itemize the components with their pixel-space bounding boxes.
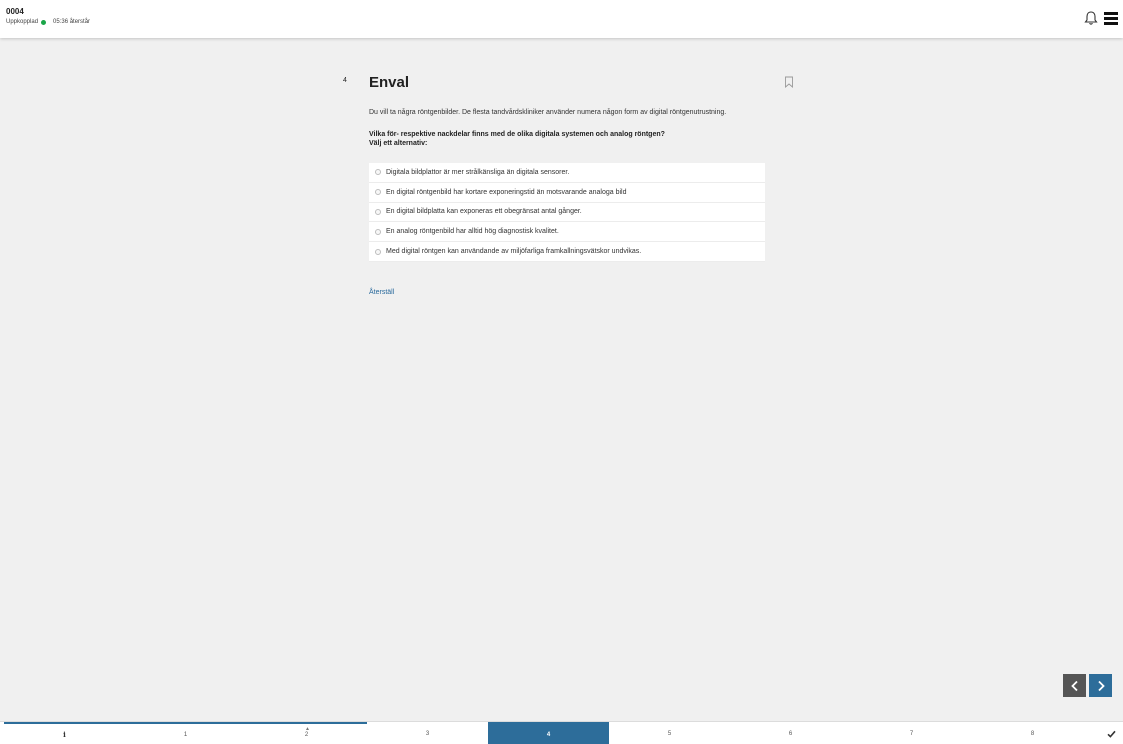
chevron-right-icon (1097, 680, 1105, 691)
question-navigation-bar: i 1 ▲ 2 3 4 5 6 7 8 (0, 721, 1123, 744)
tab-info[interactable]: i (4, 722, 125, 744)
tab-label: 5 (667, 730, 672, 737)
tab-label: 4 (546, 731, 551, 738)
checkmark-icon (1107, 730, 1116, 738)
question-type-title: Enval (369, 74, 410, 91)
answer-options: Digitala bildplattor är mer strålkänslig… (369, 163, 765, 262)
radio-icon[interactable] (375, 228, 381, 235)
flag-icon: ▲ (305, 726, 310, 732)
radio-icon[interactable] (375, 208, 381, 215)
finish-button[interactable] (1100, 722, 1123, 744)
question-number: 4 (343, 77, 347, 84)
connection-status: Uppkopplad (6, 19, 39, 25)
tab-label: 8 (1030, 730, 1035, 737)
answer-option-label: En digital röntgenbild har kortare expon… (386, 188, 627, 196)
notification-bell-icon[interactable] (1084, 10, 1098, 26)
tab-label: 7 (909, 730, 914, 737)
answer-option-5[interactable]: Med digital röntgen kan användande av mi… (369, 242, 765, 262)
top-bar: 0004 Uppkopplad 05:36 återstår (0, 0, 1123, 38)
tab-label: 6 (788, 730, 793, 737)
info-icon: i (63, 730, 66, 739)
next-question-button[interactable] (1089, 674, 1112, 697)
tab-question-1[interactable]: 1 (125, 722, 246, 744)
answer-option-2[interactable]: En digital röntgenbild har kortare expon… (369, 182, 765, 203)
menu-icon[interactable] (1104, 12, 1118, 25)
tab-question-7[interactable]: 7 (851, 722, 972, 744)
previous-question-button[interactable] (1063, 674, 1086, 697)
tab-label: 1 (183, 731, 188, 738)
question-instruction: Välj ett alternativ: (369, 140, 428, 147)
radio-icon[interactable] (375, 189, 381, 196)
radio-icon[interactable] (375, 169, 381, 176)
answer-option-label: Digitala bildplattor är mer strålkänslig… (386, 168, 570, 176)
tab-question-2[interactable]: ▲ 2 (246, 722, 367, 744)
tab-question-6[interactable]: 6 (730, 722, 851, 744)
tab-label: 3 (425, 730, 430, 737)
tab-label: 2 (304, 731, 309, 738)
reset-link[interactable]: Återställ (369, 289, 394, 296)
radio-icon[interactable] (375, 248, 381, 255)
answer-option-3[interactable]: En digital bildplatta kan exponeras ett … (369, 202, 765, 223)
tab-question-5[interactable]: 5 (609, 722, 730, 744)
chevron-left-icon (1070, 680, 1078, 691)
answer-option-label: En analog röntgenbild har alltid hög dia… (386, 228, 559, 236)
exam-id: 0004 (6, 7, 24, 16)
online-dot-icon (41, 19, 47, 25)
tab-question-8[interactable]: 8 (972, 722, 1093, 744)
question-prompt: Vilka för- respektive nackdelar finns me… (369, 131, 665, 138)
tab-question-4[interactable]: 4 (488, 722, 609, 744)
tab-question-3[interactable]: 3 (367, 722, 488, 744)
bookmark-icon[interactable] (784, 76, 794, 88)
time-remaining: 05:36 återstår (53, 19, 91, 25)
answer-option-label: En digital bildplatta kan exponeras ett … (386, 208, 582, 216)
question-intro: Du vill ta några röntgenbilder. De flest… (369, 109, 727, 116)
answer-option-1[interactable]: Digitala bildplattor är mer strålkänslig… (369, 163, 765, 183)
answer-option-label: Med digital röntgen kan användande av mi… (386, 248, 642, 256)
connection-status-line: Uppkopplad 05:36 återstår (6, 19, 90, 25)
answer-option-4[interactable]: En analog röntgenbild har alltid hög dia… (369, 222, 765, 243)
